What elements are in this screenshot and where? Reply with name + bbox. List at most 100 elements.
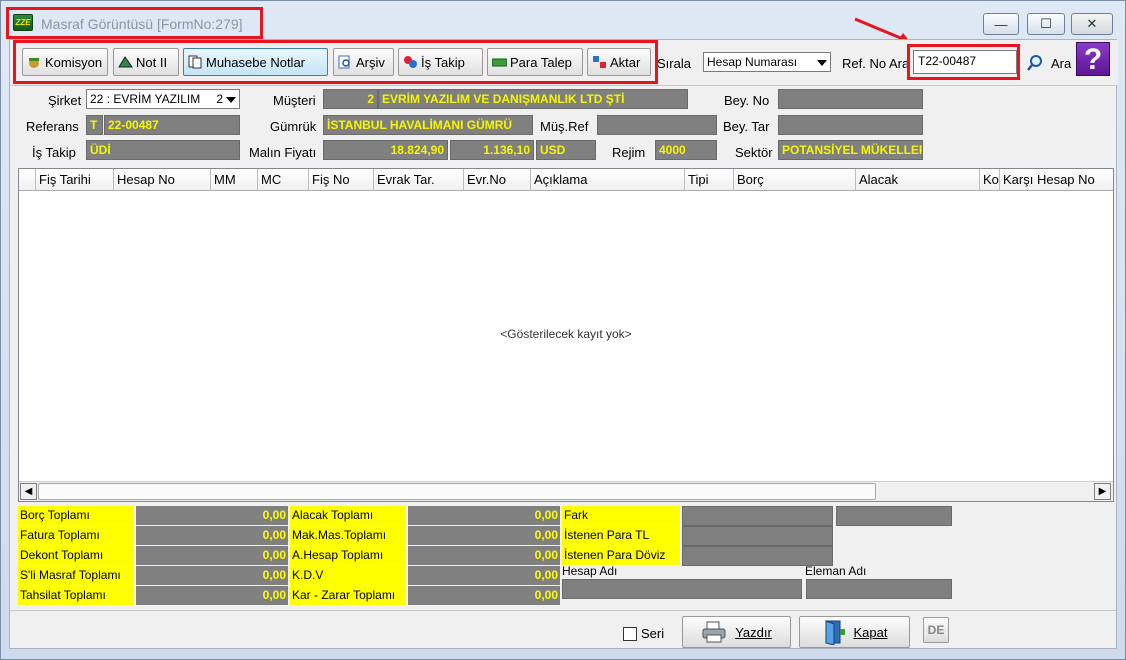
dekont-toplami-value: 0,00 xyxy=(136,546,288,565)
bey-tar-label: Bey. Tar xyxy=(723,119,770,134)
malin-fiyati-label: Malın Fiyatı xyxy=(249,145,317,160)
scroll-right-icon[interactable]: ▶ xyxy=(1094,483,1111,500)
chevron-down-icon xyxy=(817,60,827,66)
col-mm[interactable]: MM xyxy=(211,169,258,191)
kar-zarar-toplami-label: Kar - Zarar Toplamı xyxy=(290,586,406,605)
currency-field[interactable]: USD xyxy=(536,140,596,160)
malin-fiyati-field[interactable]: 18.824,90 xyxy=(323,140,448,160)
scroll-thumb[interactable] xyxy=(38,483,876,500)
sli-masraf-toplami-value: 0,00 xyxy=(136,566,288,585)
mak-mas-toplami-label: Mak.Mas.Toplamı xyxy=(290,526,406,545)
col-fis-tarihi[interactable]: Fiş Tarihi xyxy=(36,169,114,191)
mus-ref-field[interactable] xyxy=(597,115,717,135)
ref-no-input[interactable]: T22-00487 xyxy=(913,50,1017,74)
sektor-field[interactable]: POTANSİYEL MÜKELLEF xyxy=(778,140,923,160)
gumruk-field[interactable]: İSTANBUL HAVALİMANI GÜMRÜ xyxy=(323,115,533,135)
komisyon-label: Komisyon xyxy=(45,54,103,70)
is-takip-field[interactable]: ÜDİ xyxy=(86,140,240,160)
hesap-adi-label: Hesap Adı xyxy=(562,564,618,578)
para-talep-label: Para Talep xyxy=(510,54,572,70)
col-alacak[interactable]: Alacak xyxy=(856,169,980,191)
istenen-para-doviz-value xyxy=(682,546,833,566)
col-hesap-no[interactable]: Hesap No xyxy=(114,169,211,191)
not-ii-button[interactable]: Not II xyxy=(113,48,179,76)
search-icon[interactable] xyxy=(1026,54,1044,72)
rejim-field[interactable]: 4000 xyxy=(655,140,717,160)
istenen-para-tl-value xyxy=(682,526,833,546)
sort-select-value: Hesap Numarası xyxy=(707,55,798,69)
archive-search-icon xyxy=(338,55,350,69)
fark-value xyxy=(682,506,833,526)
tracking-icon xyxy=(404,56,417,68)
alacak-toplami-value: 0,00 xyxy=(408,506,560,525)
eleman-adi-label: Eleman Adı xyxy=(805,564,867,578)
help-icon[interactable]: ? xyxy=(1076,42,1110,76)
alacak-toplami-label: Alacak Toplamı xyxy=(290,506,406,525)
grid-row-indicator-header xyxy=(19,169,36,191)
gumruk-label: Gümrük xyxy=(270,119,317,134)
expense-grid[interactable]: Fiş Tarihi Hesap No MM MC Fiş No Evrak T… xyxy=(18,168,1114,502)
musteri-name-field[interactable]: EVRİM YAZILIM VE DANIŞMANLIK LTD ŞTİ xyxy=(378,89,688,109)
title-bar[interactable]: ZZE Masraf Görüntüsü [FormNo:279] — ☐ ✕ xyxy=(1,1,1125,43)
col-fis-no[interactable]: Fiş No xyxy=(309,169,374,191)
col-karsi-hesap-no[interactable]: Karşı Hesap No xyxy=(1000,169,1113,191)
de-button[interactable]: DE xyxy=(923,617,949,643)
form-client-area: Komisyon Not II Muhasebe Notlar Arşiv İş… xyxy=(9,39,1118,649)
bey-tar-field[interactable] xyxy=(778,115,923,135)
kapat-label: Kapat xyxy=(853,624,888,640)
hesap-adi-field[interactable] xyxy=(562,579,802,599)
borc-toplami-label: Borç Toplamı xyxy=(18,506,134,525)
fark-extra-value xyxy=(836,506,952,526)
note-icon xyxy=(118,56,133,68)
cash-icon xyxy=(492,58,507,67)
borc-toplami-value: 0,00 xyxy=(136,506,288,525)
musteri-code-field[interactable]: 2 xyxy=(323,89,378,109)
scroll-left-icon[interactable]: ◀ xyxy=(20,483,37,500)
arsiv-button[interactable]: Arşiv xyxy=(333,48,394,76)
bey-no-field[interactable] xyxy=(778,89,923,109)
muhasebe-notlar-label: Muhasebe Notlar xyxy=(206,54,305,70)
referans-field[interactable]: 22-00487 xyxy=(104,115,240,135)
malin-fiyati-doviz-field[interactable]: 1.136,10 xyxy=(450,140,534,160)
horizontal-scrollbar[interactable]: ◀ ▶ xyxy=(19,481,1113,501)
seri-checkbox[interactable] xyxy=(623,627,637,641)
window-title: Masraf Görüntüsü [FormNo:279] xyxy=(41,16,243,32)
col-ko[interactable]: Ko xyxy=(980,169,1000,191)
col-aciklama[interactable]: Açıklama xyxy=(531,169,685,191)
istenen-para-tl-label: İstenen Para TL xyxy=(562,526,680,545)
mus-ref-label: Müş.Ref xyxy=(540,119,589,134)
mak-mas-toplami-value: 0,00 xyxy=(408,526,560,545)
search-label[interactable]: Ara xyxy=(1051,56,1071,71)
eleman-adi-field[interactable] xyxy=(806,579,952,599)
close-button[interactable]: ✕ xyxy=(1071,13,1113,35)
col-borc[interactable]: Borç xyxy=(734,169,856,191)
minimize-button[interactable]: — xyxy=(983,13,1019,35)
muhasebe-notlar-button[interactable]: Muhasebe Notlar xyxy=(183,48,328,76)
not-ii-label: Not II xyxy=(136,54,168,70)
yazdir-button[interactable]: Yazdır xyxy=(682,616,791,648)
maximize-button[interactable]: ☐ xyxy=(1027,13,1065,35)
ref-no-label: Ref. No Ara xyxy=(842,56,910,71)
musteri-label: Müşteri xyxy=(273,93,316,108)
komisyon-button[interactable]: Komisyon xyxy=(22,48,108,76)
col-tipi[interactable]: Tipi xyxy=(685,169,734,191)
printer-icon xyxy=(702,621,726,643)
fark-label: Fark xyxy=(562,506,680,525)
col-mc[interactable]: MC xyxy=(258,169,309,191)
is-takip-label: İş Takip xyxy=(421,54,465,70)
col-evrak-tar[interactable]: Evrak Tar. xyxy=(374,169,464,191)
sirket-select-value: 22 : EVRİM YAZILIM xyxy=(90,92,201,106)
sirket-select[interactable]: 22 : EVRİM YAZILIM 2 xyxy=(86,89,240,109)
documents-icon xyxy=(188,55,202,69)
aktar-button[interactable]: Aktar xyxy=(587,48,651,76)
referans-prefix-field[interactable]: T xyxy=(86,115,103,135)
sirket-suffix: 2 xyxy=(216,92,223,106)
sort-select[interactable]: Hesap Numarası xyxy=(703,52,831,72)
seri-label: Seri xyxy=(641,626,665,641)
empty-grid-message: <Gösterilecek kayıt yok> xyxy=(500,327,632,341)
kapat-button[interactable]: Kapat xyxy=(799,616,910,648)
arsiv-label: Arşiv xyxy=(356,54,385,70)
col-evr-no[interactable]: Evr.No xyxy=(464,169,531,191)
para-talep-button[interactable]: Para Talep xyxy=(487,48,583,76)
is-takip-button[interactable]: İş Takip xyxy=(398,48,483,76)
